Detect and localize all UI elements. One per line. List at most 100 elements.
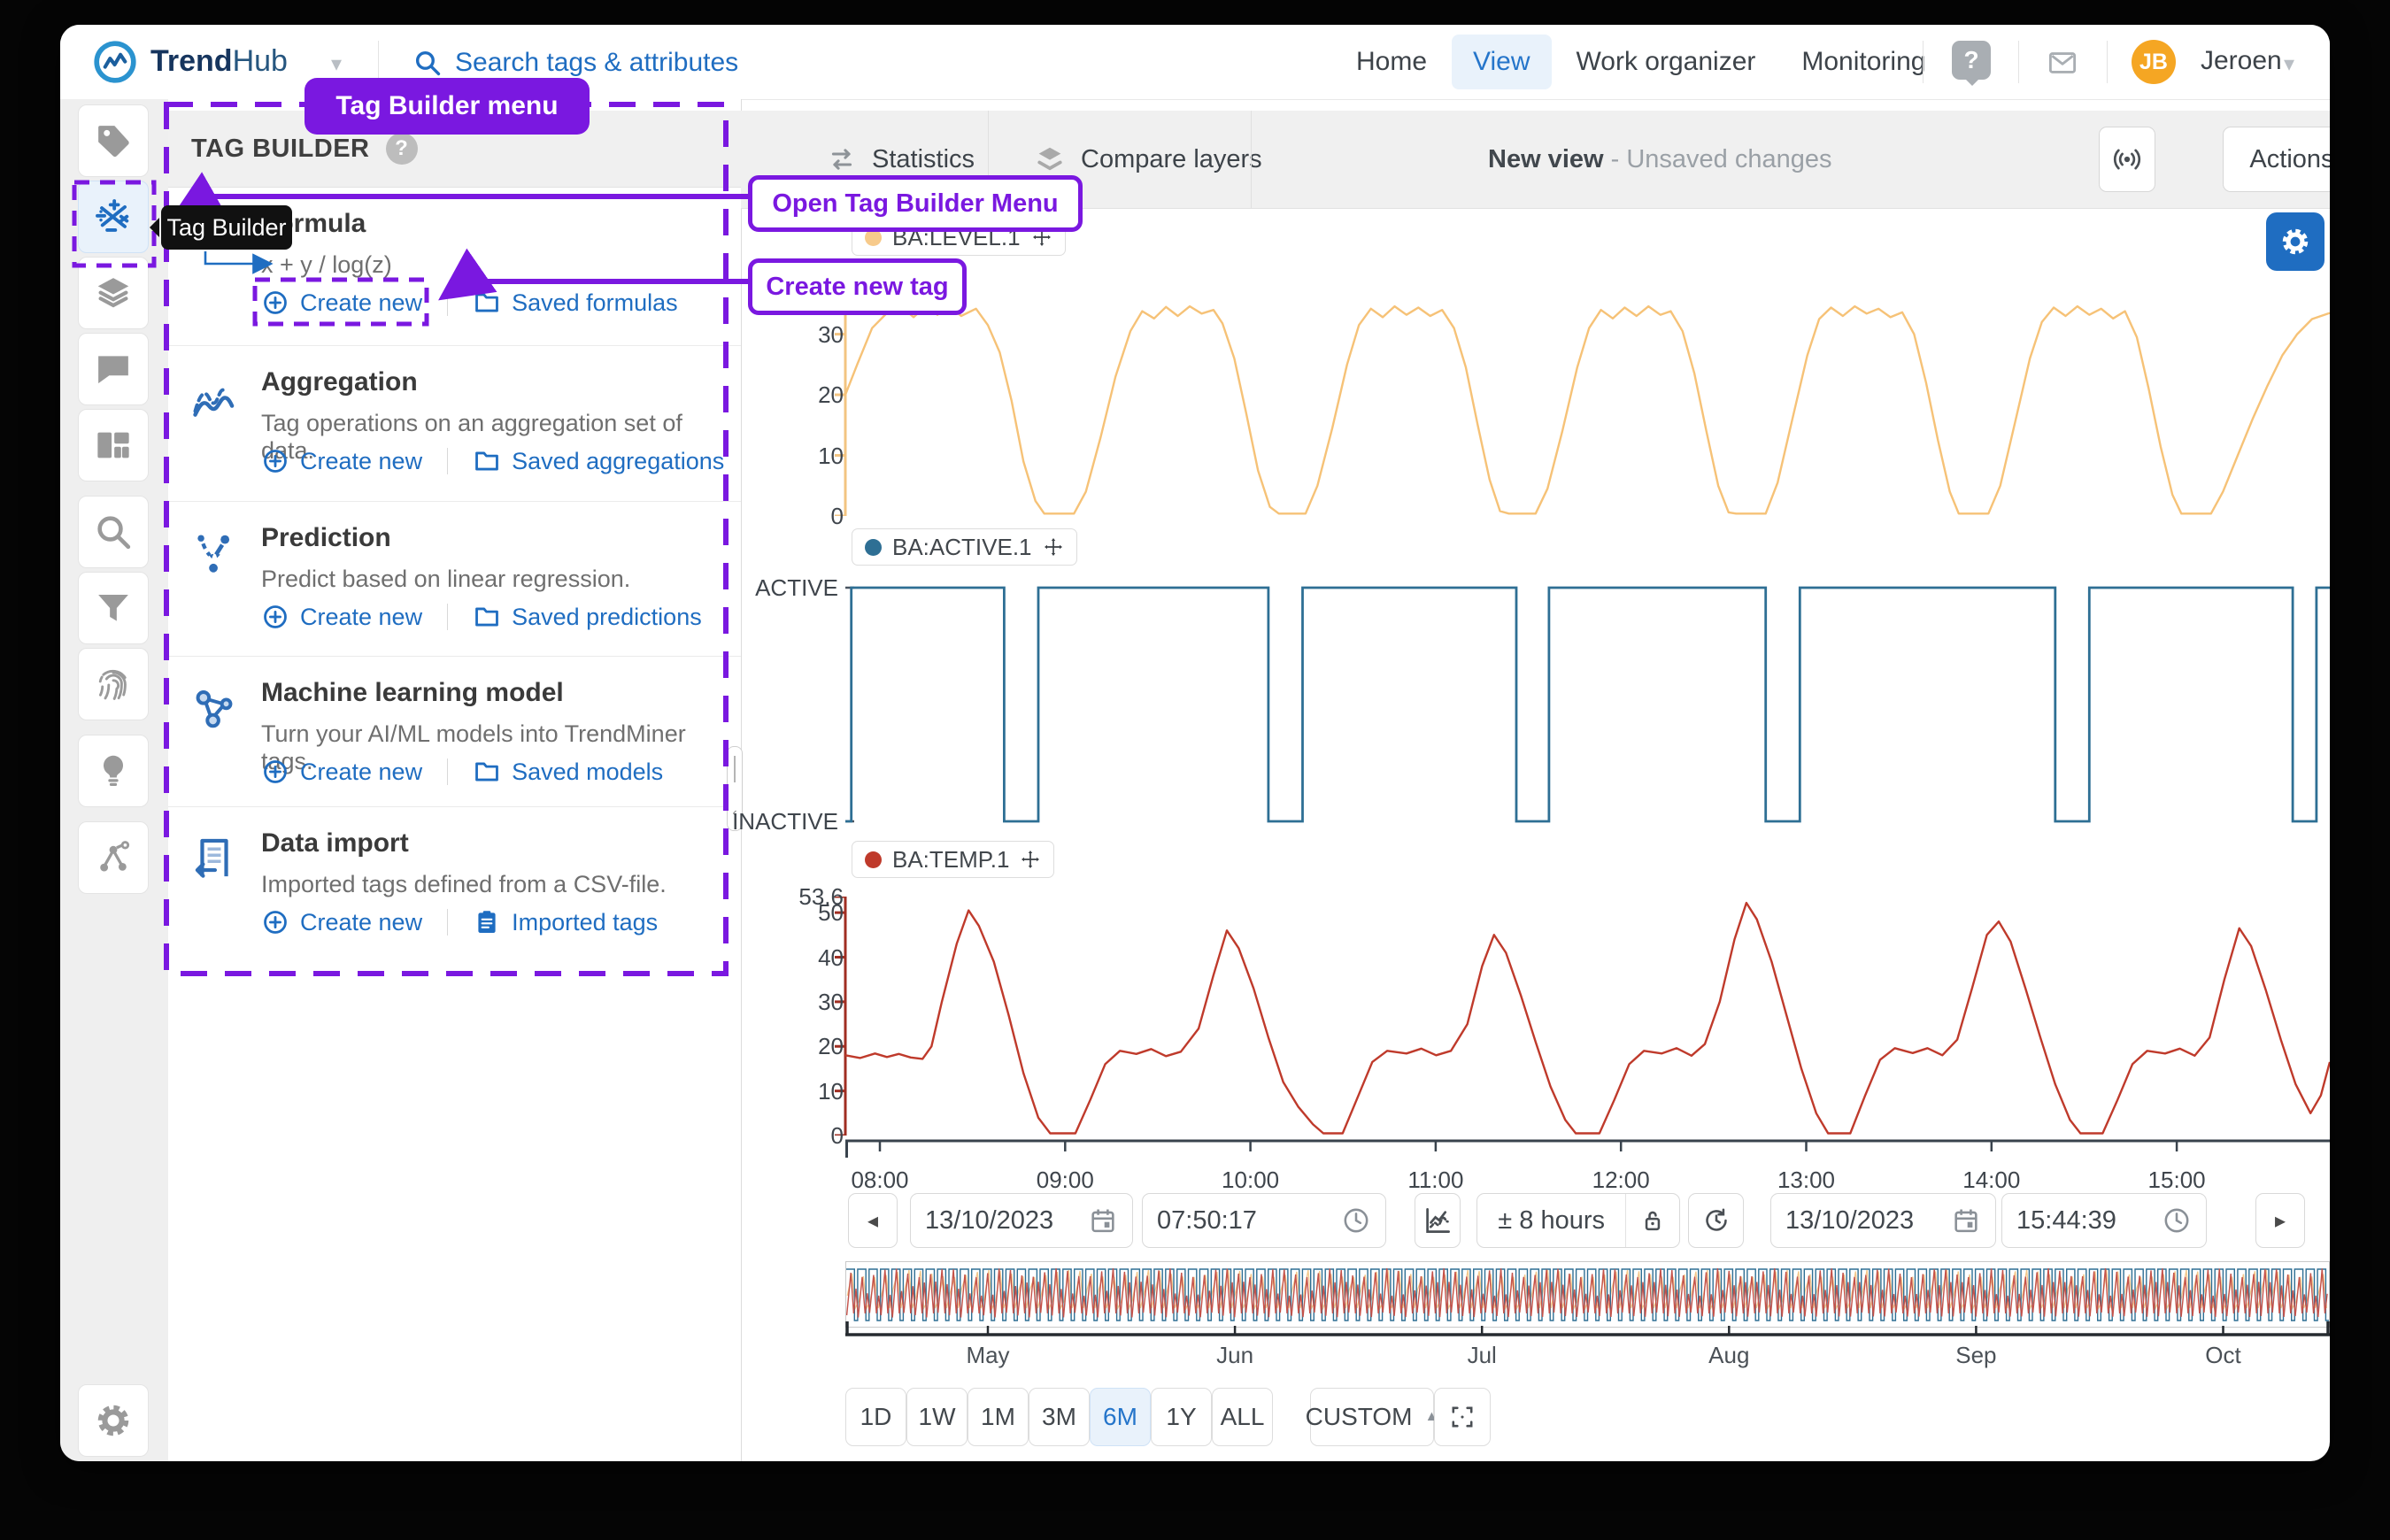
sidebar-tag-button[interactable] (78, 104, 149, 177)
series-tag-label: BA:ACTIVE.1 (892, 534, 1032, 561)
legend-chip-BA:ACTIVE.1[interactable]: BA:ACTIVE.1 (852, 528, 1077, 566)
topbar-divider (1923, 41, 1924, 83)
nav-view[interactable]: View (1452, 35, 1551, 89)
nav-work-organizer[interactable]: Work organizer (1555, 35, 1777, 89)
section-links: Create new Saved aggregations (261, 447, 724, 475)
end-date-button[interactable]: 13/10/2023 (1770, 1193, 1996, 1248)
section-subtitle: Predict based on linear regression. (261, 566, 630, 593)
user-menu-caret-icon[interactable]: ▾ (2284, 51, 2294, 77)
avatar[interactable]: JB (2132, 40, 2176, 84)
month-label: Jun (1195, 1342, 1275, 1369)
create-new-machine-learning-model-link[interactable]: Create new (261, 758, 422, 786)
help-button[interactable]: ? (1952, 41, 1991, 80)
saved-predictions-prediction-link[interactable]: Saved predictions (473, 603, 702, 631)
sidebar-fingerprint-button[interactable] (78, 648, 149, 720)
legend-chip-BA:TEMP.1[interactable]: BA:TEMP.1 (852, 841, 1054, 878)
live-mode-button[interactable] (2099, 127, 2155, 192)
tag-builder-tooltip: Tag Builder (161, 205, 292, 250)
start-time-button[interactable]: 07:50:17 (1142, 1193, 1386, 1248)
y-tick-label: 10 (755, 1078, 844, 1105)
range-6m-button[interactable]: 6M (1090, 1388, 1151, 1446)
create-new-data-import-link[interactable]: Create new (261, 908, 422, 936)
start-time-value: 07:50:17 (1157, 1206, 1257, 1236)
sidebar-layers-button[interactable] (78, 257, 149, 329)
saved-aggregations-aggregation-link[interactable]: Saved aggregations (473, 447, 724, 475)
range-1y-button[interactable]: 1Y (1151, 1388, 1212, 1446)
pan-right-button[interactable]: ▸ (2255, 1193, 2305, 1248)
sidebar-settings-button[interactable] (78, 1384, 149, 1457)
sidebar-funnel-button[interactable] (78, 572, 149, 644)
end-time-button[interactable]: 15:44:39 (2001, 1193, 2207, 1248)
clipboard-icon (473, 908, 501, 936)
series-tag-label: BA:TEMP.1 (892, 846, 1009, 874)
range-1d-button[interactable]: 1D (845, 1388, 906, 1446)
sidebar-network-button[interactable] (78, 821, 149, 894)
annotation-create-tag: Create new tag (748, 258, 967, 315)
section-aggregation: AggregationTag operations on an aggregat… (168, 345, 741, 501)
chart-scale-button[interactable] (1415, 1193, 1461, 1248)
panel-help-icon[interactable]: ? (386, 133, 418, 165)
start-date-button[interactable]: 13/10/2023 (910, 1193, 1133, 1248)
fingerprint-icon (93, 664, 134, 705)
focus-chart-button[interactable] (1434, 1388, 1491, 1446)
section-links: Create new Saved formulas (261, 289, 678, 317)
create-new-prediction-link[interactable]: Create new (261, 603, 422, 631)
range-1w-button[interactable]: 1W (906, 1388, 968, 1446)
chart-plot-BA:LEVEL.1[interactable] (828, 258, 2330, 516)
x-tick-label: 09:00 (1025, 1167, 1105, 1194)
x-tick-label: 12:00 (1581, 1167, 1661, 1194)
layout-icon (93, 425, 134, 466)
left-icon-rail (60, 99, 168, 1461)
range-custom-button[interactable]: CUSTOM▲ (1310, 1388, 1434, 1446)
saved-models-machine-learning-model-link[interactable]: Saved models (473, 758, 663, 786)
data-import-icon (189, 834, 239, 888)
history-button[interactable] (1688, 1193, 1744, 1248)
pluscircle-icon (261, 603, 289, 631)
duration-button[interactable]: ± 8 hours (1477, 1194, 1625, 1247)
lock-duration-button[interactable] (1625, 1194, 1679, 1247)
sidebar-tag-builder-button[interactable] (78, 181, 149, 253)
search-input[interactable]: Search tags & attributes (455, 48, 738, 78)
product-switch-caret-icon[interactable]: ▾ (331, 51, 342, 77)
prediction-icon (189, 528, 239, 582)
saved-formulas-formula-link[interactable]: Saved formulas (473, 289, 678, 317)
custom-label: CUSTOM (1306, 1403, 1413, 1431)
actions-button[interactable]: Actions ▾ (2223, 127, 2330, 192)
sidebar-layout-button[interactable] (78, 409, 149, 481)
mail-icon[interactable] (2046, 46, 2079, 80)
imported-tags-data-import-link[interactable]: Imported tags (473, 908, 658, 936)
timeline-overview-strip[interactable] (845, 1261, 2330, 1328)
aggregation-icon (189, 373, 239, 427)
x-tick-label: 11:00 (1396, 1167, 1476, 1194)
pan-left-button[interactable]: ◂ (848, 1193, 898, 1248)
expand-icon (1447, 1402, 1477, 1432)
section-prediction: Prediction Predict based on linear regres… (168, 501, 741, 656)
create-new-aggregation-link[interactable]: Create new (261, 447, 422, 475)
sidebar-lightbulb-button[interactable] (78, 735, 149, 807)
chart-plot-BA:ACTIVE.1[interactable] (845, 574, 2330, 835)
annotation-open-menu: Open Tag Builder Menu (748, 175, 1083, 232)
section-title: Prediction (261, 523, 391, 553)
link-label: Create new (300, 909, 422, 936)
timeline-axis (845, 1319, 2330, 1338)
machine-learning-model-icon (189, 683, 239, 737)
link-divider (447, 289, 448, 316)
sidebar-comment-button[interactable] (78, 333, 149, 405)
y-tick-label: 50 (755, 899, 844, 926)
nav-home[interactable]: Home (1335, 35, 1448, 89)
chart-plot-BA:TEMP.1[interactable] (828, 897, 2330, 1136)
range-3m-button[interactable]: 3M (1029, 1388, 1090, 1446)
sidebar-search-button[interactable] (78, 496, 149, 568)
x-tick-label: 08:00 (840, 1167, 920, 1194)
prediction-icon (189, 528, 239, 578)
range-all-button[interactable]: ALL (1212, 1388, 1273, 1446)
range-1m-button[interactable]: 1M (968, 1388, 1029, 1446)
tag-icon (93, 120, 134, 161)
link-divider (447, 604, 448, 630)
section-data-import: Data importImported tags defined from a … (168, 806, 741, 983)
live-icon (2110, 142, 2144, 176)
annotation-badge: Tag Builder menu (305, 78, 590, 135)
category-label-ACTIVE: ACTIVE (732, 574, 838, 601)
help-glyph: ? (1963, 46, 1978, 74)
create-new-formula-link[interactable]: Create new (261, 289, 422, 317)
